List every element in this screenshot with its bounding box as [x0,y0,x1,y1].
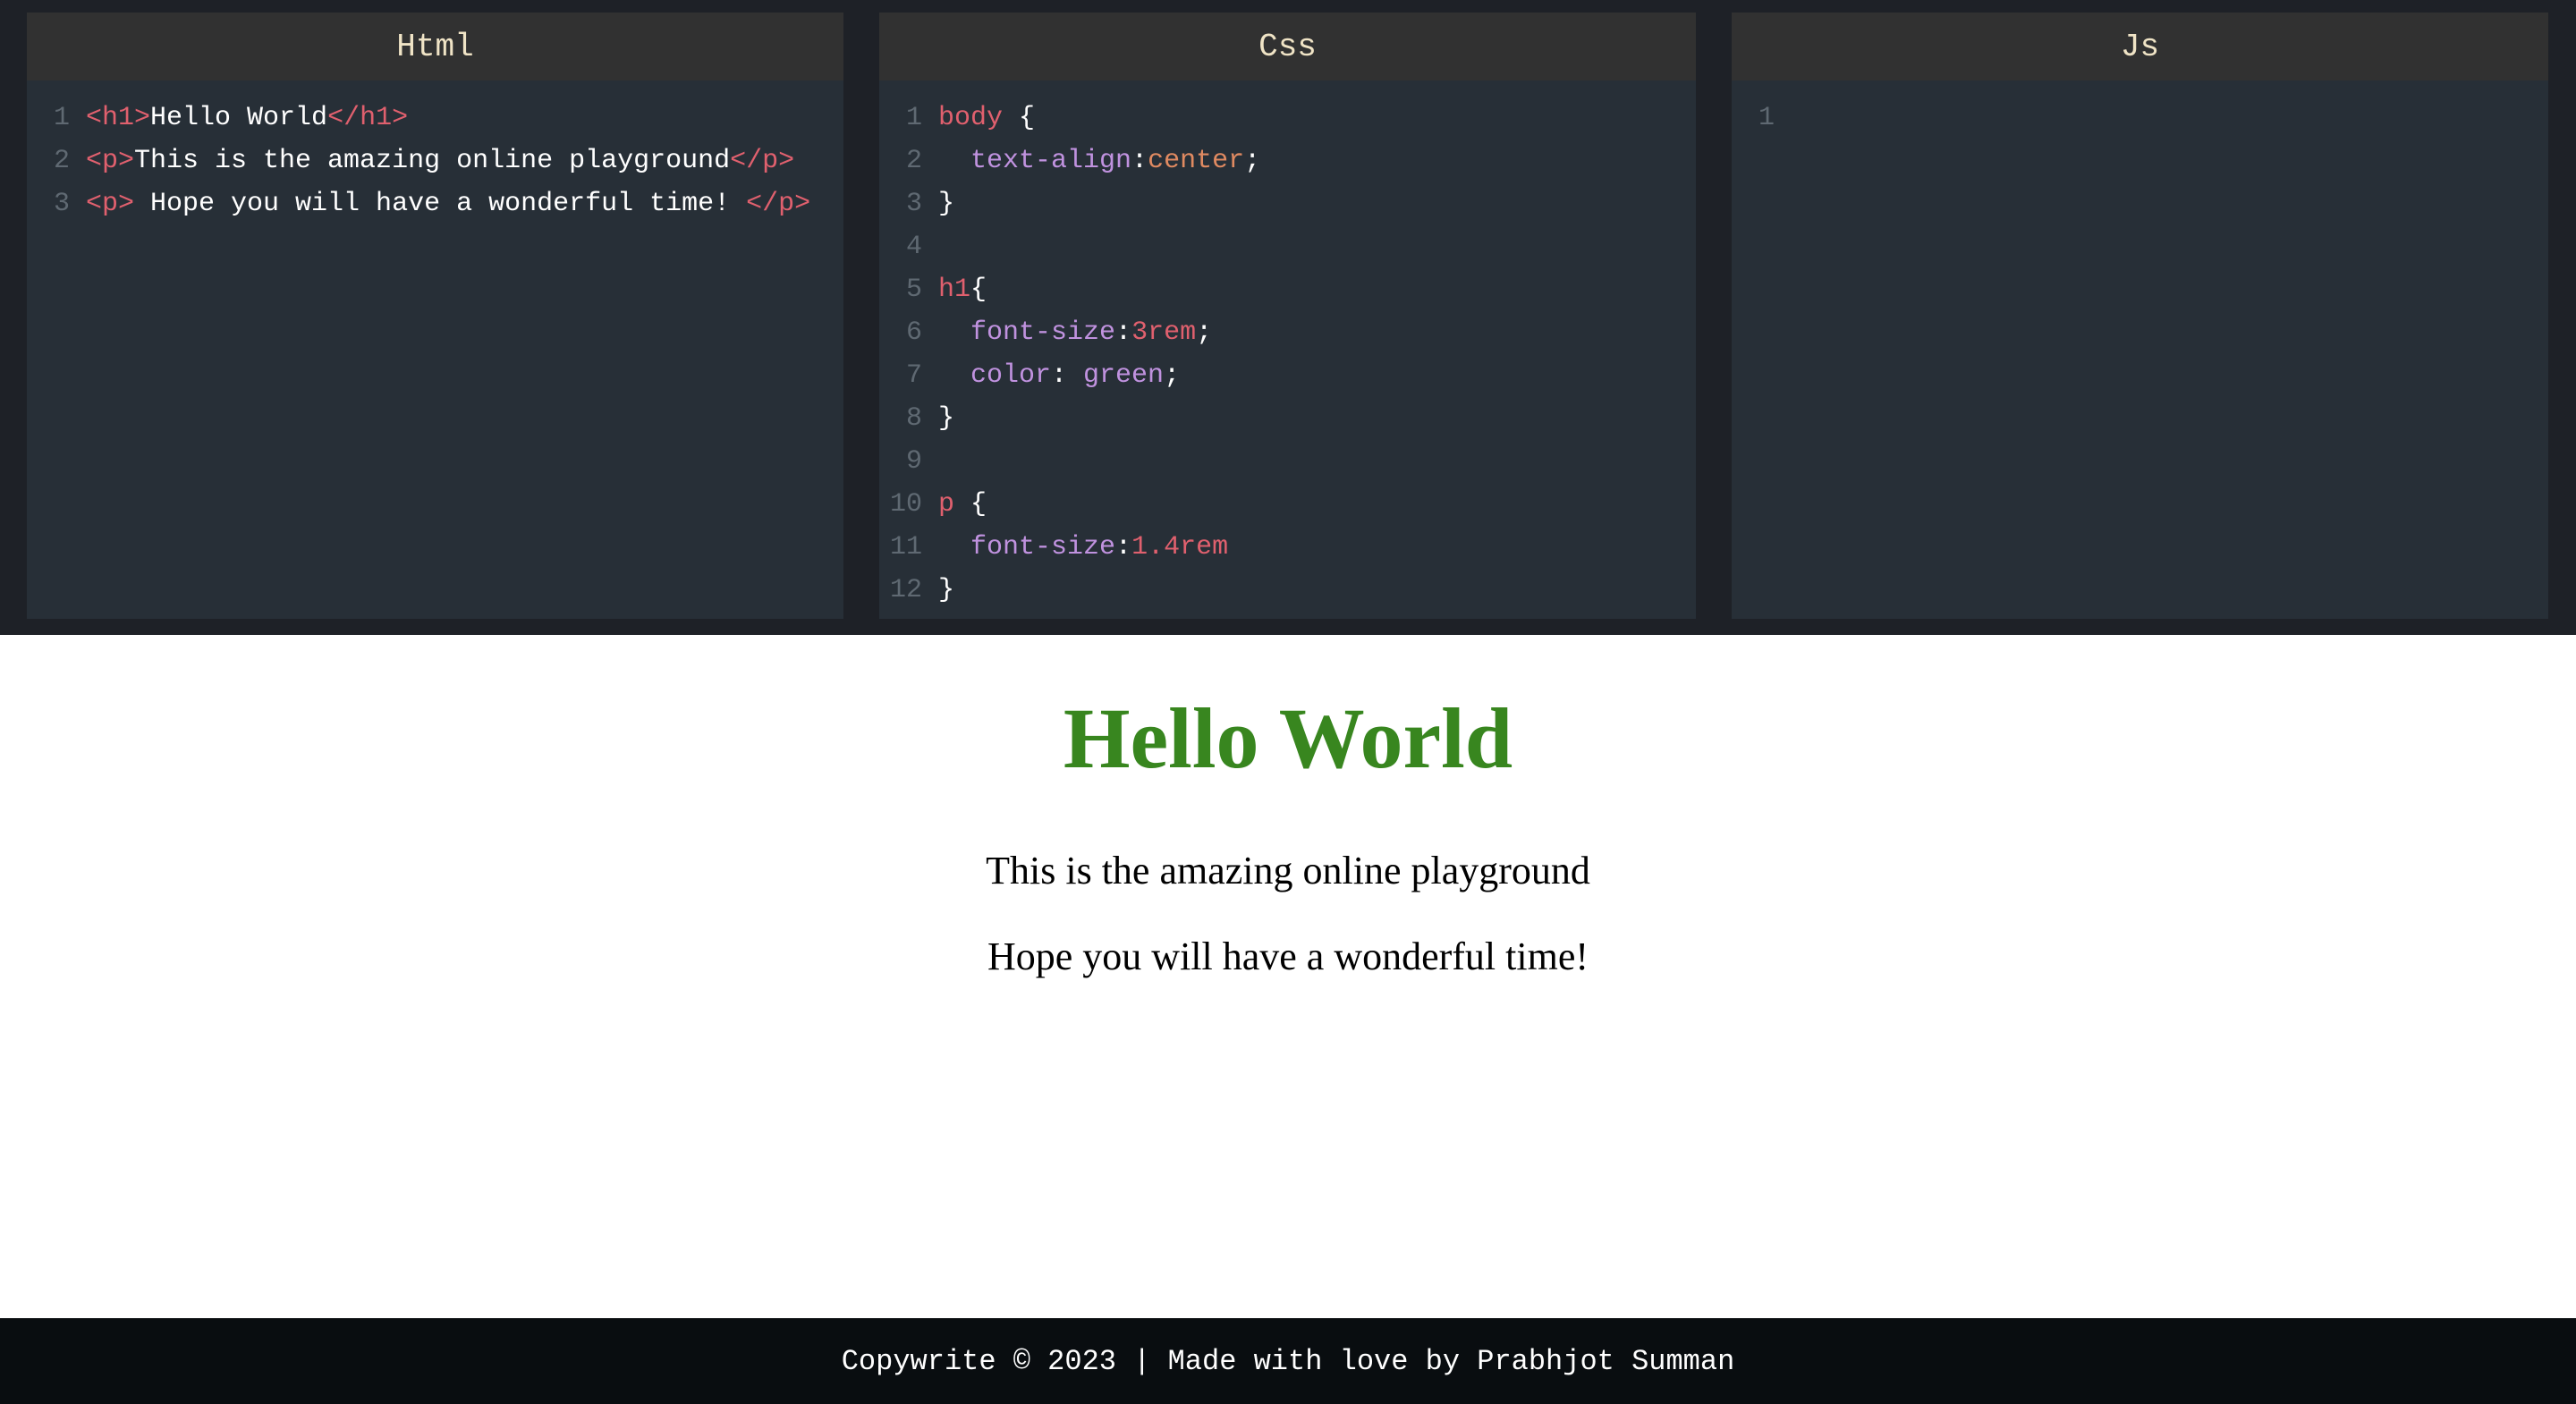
line-number: 8 [905,403,922,434]
code-text[interactable]: <p> Hope you will have a wonderful time!… [27,182,843,225]
line-number: 9 [905,446,922,477]
token-txt: Hope you will have a wonderful time! [134,189,747,219]
html-editor-title: Html [27,13,843,80]
css-code-area[interactable]: 1 body {2 text-align:center; 3} 4 5 h1{6 font… [879,80,1696,612]
token-tag: <h1> [86,103,151,133]
token-punc: { [954,489,987,520]
token-tag: <p> [86,146,135,176]
css-code-line[interactable]: 12} [879,569,1696,612]
css-code-line[interactable]: 9 [879,440,1696,483]
html-code-line[interactable]: 3 <p> Hope you will have a wonderful time… [27,182,843,225]
token-val: center [1148,146,1245,176]
token-punc: : [1051,360,1084,391]
token-punc: } [938,189,955,219]
line-number: 1 [905,103,922,133]
js-editor-title: Js [1732,13,2548,80]
line-number: 1 [1758,103,1775,133]
token-prop: font-size [970,532,1116,562]
token-punc [938,360,970,391]
code-text[interactable]: <p>This is the amazing online playground… [27,140,843,182]
token-sel: body [938,103,1004,133]
footer: Copywrite © 2023 | Made with love by Pra… [0,1318,2576,1404]
token-punc: : [1115,317,1132,348]
code-text[interactable]: h1{ [879,268,1696,311]
code-text[interactable]: } [879,397,1696,440]
token-tag: </h1> [327,103,409,133]
html-code-line[interactable]: 2 <p>This is the amazing online playgroun… [27,140,843,182]
code-text[interactable]: <h1>Hello World</h1> [27,97,843,140]
line-number: 12 [889,575,922,605]
js-code-area[interactable]: 1 [1732,80,2548,140]
html-code-line[interactable]: 1 <h1>Hello World</h1> [27,97,843,140]
line-number: 3 [905,189,922,219]
output-preview: Hello World This is the amazing online p… [0,635,2576,1318]
css-code-line[interactable]: 10 p { [879,483,1696,526]
token-tag: <p> [86,189,135,219]
token-num: 3rem [1131,317,1197,348]
line-number: 1 [53,103,70,133]
js-code-line[interactable]: 1 [1732,97,2548,140]
code-text[interactable]: color: green; [879,354,1696,397]
token-punc [938,532,970,562]
css-editor-pane[interactable]: Css 1 body {2 text-align:center; 3} 4 5 h1{6 … [879,13,1696,619]
token-punc: { [970,275,987,305]
token-prop: color [970,360,1052,391]
token-punc: } [938,575,955,605]
line-number: 2 [905,146,922,176]
code-text[interactable]: body { [879,97,1696,140]
token-punc: ; [1244,146,1261,176]
code-text[interactable]: p { [879,483,1696,526]
css-code-line[interactable]: 5 h1{ [879,268,1696,311]
html-code-area[interactable]: 1 <h1>Hello World</h1> 2 <p>This is the ama… [27,80,843,225]
token-prop: text-align [970,146,1132,176]
js-editor-pane[interactable]: Js 1 [1732,13,2548,619]
token-sel: p [938,489,955,520]
css-editor-title: Css [879,13,1696,80]
token-tag: </p> [746,189,811,219]
line-number: 10 [889,489,922,520]
token-punc: } [938,403,955,434]
code-text[interactable]: } [879,182,1696,225]
token-punc [938,317,970,348]
token-txt: Hello World [150,103,328,133]
css-code-line[interactable]: 11 font-size:1.4rem [879,526,1696,569]
css-code-line[interactable]: 6 font-size:3rem; [879,311,1696,354]
css-code-line[interactable]: 3} [879,182,1696,225]
code-text[interactable]: font-size:1.4rem [879,526,1696,569]
line-number: 11 [889,532,922,562]
token-prop: font-size [970,317,1116,348]
token-sel: h1 [938,275,971,305]
line-number: 2 [53,146,70,176]
token-punc: ; [1164,360,1181,391]
html-editor-pane[interactable]: Html 1 <h1>Hello World</h1> 2 <p>This is th… [27,13,843,619]
line-number: 5 [905,275,922,305]
token-punc: : [1131,146,1148,176]
token-punc [938,146,970,176]
footer-credit: Copywrite © 2023 | Made with love by Pra… [841,1344,1735,1378]
preview-paragraph-2: Hope you will have a wonderful time! [987,935,1589,978]
token-txt: This is the amazing online playground [134,146,731,176]
line-number: 6 [905,317,922,348]
preview-paragraph-1: This is the amazing online playground [986,849,1590,892]
token-punc: ; [1196,317,1213,348]
code-text[interactable]: } [879,569,1696,612]
token-num: 1.4rem [1131,532,1229,562]
css-code-line[interactable]: 4 [879,225,1696,268]
token-kw: green [1083,360,1165,391]
preview-heading: Hello World [1063,690,1513,786]
token-punc: { [1003,103,1036,133]
line-number: 4 [905,232,922,262]
css-code-line[interactable]: 8} [879,397,1696,440]
code-text[interactable]: font-size:3rem; [879,311,1696,354]
editor-panels: Html 1 <h1>Hello World</h1> 2 <p>This is th… [0,0,2576,635]
css-code-line[interactable]: 1 body { [879,97,1696,140]
token-punc: : [1115,532,1132,562]
css-code-line[interactable]: 7 color: green; [879,354,1696,397]
token-tag: </p> [730,146,795,176]
line-number: 3 [53,189,70,219]
line-number: 7 [905,360,922,391]
css-code-line[interactable]: 2 text-align:center; [879,140,1696,182]
code-text[interactable]: text-align:center; [879,140,1696,182]
